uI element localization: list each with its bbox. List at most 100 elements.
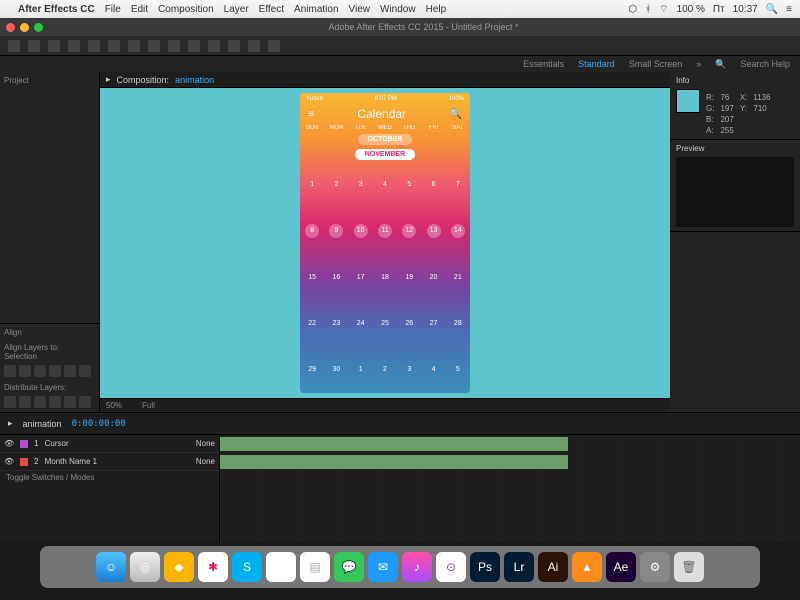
layer-name[interactable]: Month Name 1 [45, 457, 97, 466]
dist-4-icon[interactable] [49, 396, 61, 408]
eye-icon[interactable]: 👁 [4, 457, 14, 466]
align-tab[interactable]: Align [4, 328, 95, 337]
brush-tool-icon[interactable] [188, 40, 200, 52]
dock-illustrator-icon[interactable]: Ai [538, 552, 568, 582]
minimize-icon[interactable] [20, 23, 29, 32]
layer-bar[interactable] [220, 455, 568, 469]
align-left-icon[interactable] [4, 365, 16, 377]
puppet-tool-icon[interactable] [268, 40, 280, 52]
dock-itunes-icon[interactable]: ♪ [402, 552, 432, 582]
ws-small[interactable]: Small Screen [629, 59, 683, 69]
search-icon[interactable]: 🔍 [715, 59, 726, 70]
dist-3-icon[interactable] [34, 396, 46, 408]
dock-finder-icon[interactable]: ☺ [96, 552, 126, 582]
shape-tool-icon[interactable] [128, 40, 140, 52]
ws-standard[interactable]: Standard [578, 59, 615, 69]
preview-tab[interactable]: Preview [676, 144, 794, 153]
dock-notes-icon[interactable]: ▤ [300, 552, 330, 582]
dock-lightroom-icon[interactable]: Lr [504, 552, 534, 582]
timeline-track-area[interactable] [220, 435, 800, 542]
dock-vlc-icon[interactable]: ▲ [572, 552, 602, 582]
roto-tool-icon[interactable] [248, 40, 260, 52]
align-hcenter-icon[interactable] [19, 365, 31, 377]
dock-safari-icon[interactable]: ◎ [130, 552, 160, 582]
menu-help[interactable]: Help [426, 4, 447, 15]
app-name[interactable]: After Effects CC [18, 4, 95, 15]
dock-app-icon[interactable]: ⊙ [436, 552, 466, 582]
dock-photoshop-icon[interactable]: Ps [470, 552, 500, 582]
menu-icon[interactable]: ≡ [786, 4, 792, 15]
dist-1-icon[interactable] [4, 396, 16, 408]
timeline-chevron-icon[interactable]: ▸ [8, 418, 13, 429]
selection-tool-icon[interactable] [8, 40, 20, 52]
layer-name[interactable]: Cursor [45, 439, 69, 448]
zoom-value[interactable]: 50% [106, 401, 122, 410]
comp-name[interactable]: animation [175, 75, 214, 85]
dock-messages-icon[interactable]: 💬 [334, 552, 364, 582]
menu-view[interactable]: View [349, 4, 371, 15]
phone-batt: 100% [449, 96, 464, 102]
zoom-tool-icon[interactable] [48, 40, 60, 52]
align-top-icon[interactable] [49, 365, 61, 377]
dock-calendar-icon[interactable]: 1 [266, 552, 296, 582]
menu-edit[interactable]: Edit [131, 4, 148, 15]
dock-trash-icon[interactable]: 🗑 [674, 552, 704, 582]
ws-essentials[interactable]: Essentials [523, 59, 564, 69]
dist-6-icon[interactable] [79, 396, 91, 408]
layer-row[interactable]: 👁 2 Month Name 1 None [0, 453, 219, 471]
toggle-switches[interactable]: Toggle Switches / Modes [0, 471, 219, 484]
ws-chevron-icon[interactable]: » [696, 59, 701, 69]
menu-effect[interactable]: Effect [259, 4, 284, 15]
current-time[interactable]: 0:00:00:00 [72, 419, 126, 429]
align-bottom-icon[interactable] [79, 365, 91, 377]
hand-tool-icon[interactable] [28, 40, 40, 52]
lang-label[interactable]: Пт [713, 4, 725, 15]
spotlight-icon[interactable]: 🔍 [766, 4, 778, 15]
clock-label[interactable]: 10:37 [733, 4, 758, 15]
align-vcenter-icon[interactable] [64, 365, 76, 377]
resolution[interactable]: Full [142, 401, 155, 410]
dock-mail-icon[interactable]: ✉ [368, 552, 398, 582]
layer-color-icon[interactable] [20, 440, 28, 448]
menu-animation[interactable]: Animation [294, 4, 338, 15]
dist-2-icon[interactable] [19, 396, 31, 408]
project-tab[interactable]: Project [4, 76, 29, 85]
layer-bar[interactable] [220, 437, 568, 451]
menu-layer[interactable]: Layer [224, 4, 249, 15]
menu-window[interactable]: Window [380, 4, 416, 15]
bluetooth-icon[interactable]: ᚼ [645, 4, 651, 15]
wifi-icon[interactable]: ⌔ [659, 3, 668, 16]
layer-color-icon[interactable] [20, 458, 28, 466]
timeline-comp[interactable]: animation [23, 419, 62, 429]
zoom-icon[interactable] [34, 23, 43, 32]
project-panel[interactable]: Project [0, 72, 99, 324]
align-right-icon[interactable] [34, 365, 46, 377]
dropbox-icon[interactable]: ⬡ [628, 4, 637, 15]
search-help[interactable]: Search Help [740, 59, 790, 69]
close-icon[interactable] [6, 23, 15, 32]
layer-row[interactable]: 👁 1 Cursor None [0, 435, 219, 453]
layer-mode[interactable]: None [196, 457, 215, 466]
eraser-tool-icon[interactable] [228, 40, 240, 52]
dock-slack-icon[interactable]: ✱ [198, 552, 228, 582]
dist-5-icon[interactable] [64, 396, 76, 408]
dock-sketch-icon[interactable]: ◆ [164, 552, 194, 582]
dock-skype-icon[interactable]: S [232, 552, 262, 582]
pen-tool-icon[interactable] [148, 40, 160, 52]
dock-aftereffects-icon[interactable]: Ae [606, 552, 636, 582]
clone-tool-icon[interactable] [208, 40, 220, 52]
battery-label[interactable]: 100 % [677, 4, 705, 15]
info-tab[interactable]: Info [676, 76, 794, 85]
type-tool-icon[interactable] [168, 40, 180, 52]
layer-mode[interactable]: None [196, 439, 215, 448]
day: 18 [373, 254, 397, 300]
menu-composition[interactable]: Composition [158, 4, 214, 15]
menu-file[interactable]: File [105, 4, 121, 15]
composition-viewer[interactable]: Yuden 8:07 PM 100% ≡ Calendar 🔍 SUN MON … [100, 88, 670, 398]
rotate-tool-icon[interactable] [68, 40, 80, 52]
align-mode[interactable]: Selection [4, 352, 95, 361]
pan-behind-tool-icon[interactable] [108, 40, 120, 52]
camera-tool-icon[interactable] [88, 40, 100, 52]
eye-icon[interactable]: 👁 [4, 439, 14, 448]
dock-settings-icon[interactable]: ⚙ [640, 552, 670, 582]
